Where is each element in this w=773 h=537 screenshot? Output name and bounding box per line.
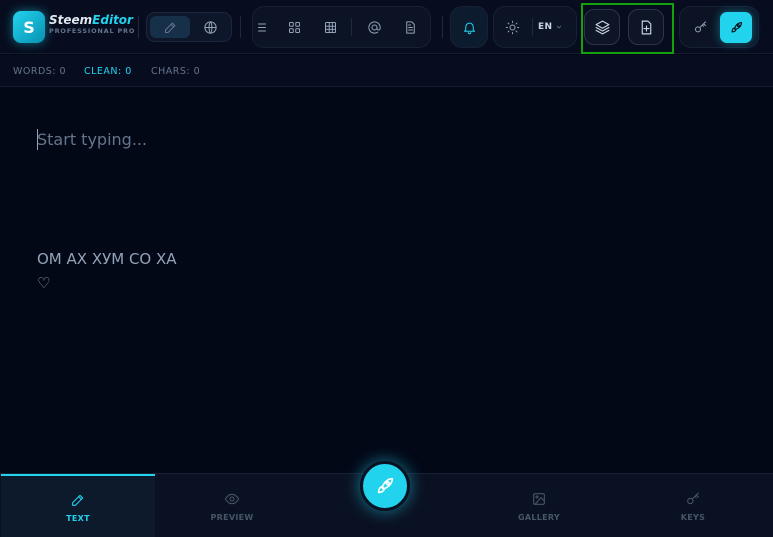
brand-name: SteemEditor <box>49 14 135 27</box>
clean-count: CLEAN: 0 <box>84 66 132 77</box>
at-icon <box>367 20 381 34</box>
image-icon <box>533 492 545 505</box>
notifications-group <box>450 6 488 48</box>
divider <box>351 18 352 36</box>
editor-text-line: ОМ АХ ХУМ СО ХА <box>37 250 177 268</box>
insert-toolbar-group <box>252 6 431 48</box>
tab-label: PREVIEW <box>210 512 254 522</box>
pencil-icon <box>164 22 175 33</box>
table-icon <box>324 21 336 33</box>
grid-button[interactable] <box>280 13 308 41</box>
list-icon <box>258 23 266 31</box>
tab-gallery[interactable]: GALLERY <box>462 474 616 537</box>
mode-switch <box>146 12 232 42</box>
key-icon <box>687 491 699 504</box>
settings-group: EN <box>493 6 577 48</box>
pencil-icon <box>72 494 84 506</box>
theme-toggle-button[interactable] <box>498 13 526 41</box>
status-bar: WORDS: 0 CLEAN: 0 CHARS: 0 <box>0 55 773 87</box>
globe-icon <box>203 20 217 34</box>
key-icon <box>694 20 706 32</box>
logo[interactable]: S <box>13 11 45 43</box>
tab-label: GALLERY <box>517 512 561 522</box>
tab-label: KEYS <box>680 512 706 522</box>
publish-button[interactable] <box>720 12 752 43</box>
divider <box>532 18 533 36</box>
document-button[interactable] <box>396 13 424 41</box>
language-select[interactable]: EN <box>538 13 572 41</box>
tab-text[interactable]: TEXT <box>1 474 155 537</box>
divider <box>138 16 139 38</box>
tab-label: TEXT <box>66 513 90 523</box>
brand-subtitle: PROFESSIONAL PRO <box>49 27 136 35</box>
document-icon <box>405 20 415 34</box>
list-button[interactable] <box>255 13 269 41</box>
char-count: CHARS: 0 <box>151 66 201 77</box>
brand-name-part1: Steem <box>49 13 93 27</box>
bell-icon <box>463 22 475 34</box>
tab-preview[interactable]: PREVIEW <box>155 474 309 537</box>
top-toolbar: S SteemEditor PROFESSIONAL PRO EN <box>0 0 773 54</box>
divider <box>442 16 443 38</box>
app-window: S SteemEditor PROFESSIONAL PRO EN WORDS:… <box>0 0 773 537</box>
editor-placeholder: Start typing... <box>37 130 148 149</box>
editor-text-line: ♡ <box>37 274 51 292</box>
grid-icon <box>288 21 300 33</box>
notifications-button[interactable] <box>454 13 484 41</box>
keys-button[interactable] <box>686 13 714 41</box>
edit-mode-button[interactable] <box>150 16 190 38</box>
brand: SteemEditor PROFESSIONAL PRO <box>49 14 135 36</box>
brand-name-part2: Editor <box>92 13 133 27</box>
selection-highlight-box <box>581 3 674 54</box>
rocket-icon <box>731 21 742 33</box>
sun-icon <box>505 20 519 34</box>
mention-button[interactable] <box>360 13 388 41</box>
divider <box>240 16 241 38</box>
web-mode-button[interactable] <box>190 16 230 38</box>
eye-icon <box>224 493 240 504</box>
text-editor[interactable]: Start typing... ОМ АХ ХУМ СО ХА ♡ <box>0 88 773 473</box>
word-count: WORDS: 0 <box>13 66 67 77</box>
rocket-icon <box>377 477 394 494</box>
chevron-down-icon <box>556 25 562 29</box>
table-button[interactable] <box>316 13 344 41</box>
publish-fab[interactable] <box>360 461 410 511</box>
tab-keys[interactable]: KEYS <box>616 474 770 537</box>
language-label: EN <box>538 22 553 32</box>
